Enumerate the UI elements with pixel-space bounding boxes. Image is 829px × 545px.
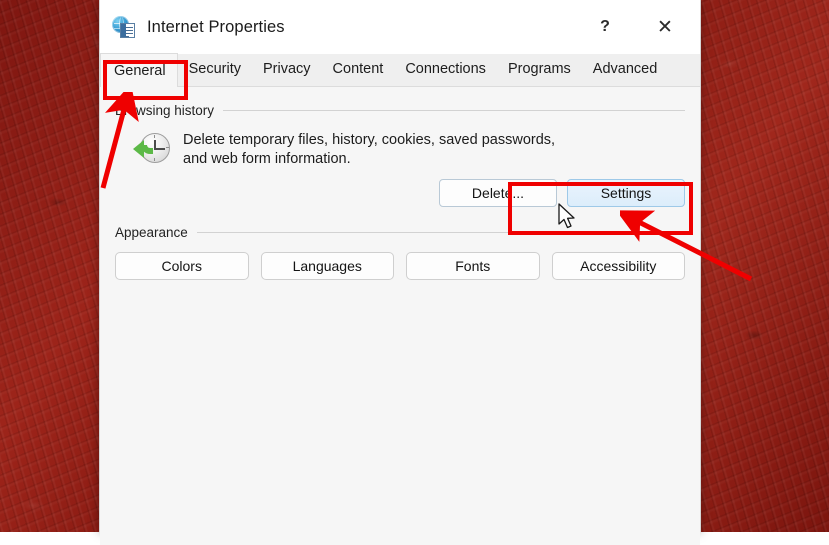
group-divider xyxy=(196,231,685,233)
tab-strip: General Security Privacy Content Connect… xyxy=(100,53,700,87)
browsing-history-description: Delete temporary files, history, cookies… xyxy=(183,129,555,169)
delete-button[interactable]: Delete... xyxy=(439,179,557,207)
tab-programs[interactable]: Programs xyxy=(497,53,582,86)
group-divider xyxy=(223,109,685,111)
tab-advanced[interactable]: Advanced xyxy=(582,53,669,86)
appearance-label: Appearance xyxy=(115,224,188,240)
history-clock-icon xyxy=(133,131,171,169)
general-tab-panel: Browsing history Delete temporary files, xyxy=(100,102,700,545)
browsing-history-buttons: Delete... Settings xyxy=(115,179,685,207)
dialog-titlebar: Internet Properties ? ✕ xyxy=(100,0,700,54)
tab-privacy[interactable]: Privacy xyxy=(252,53,322,86)
appearance-buttons: Colors Languages Fonts Accessibility xyxy=(115,252,685,280)
appearance-header: Appearance xyxy=(115,224,685,240)
tab-connections[interactable]: Connections xyxy=(394,53,497,86)
colors-button[interactable]: Colors xyxy=(115,252,249,280)
browsing-history-description-line1: Delete temporary files, history, cookies… xyxy=(183,132,556,148)
settings-button[interactable]: Settings xyxy=(567,179,685,207)
browsing-history-group: Browsing history Delete temporary files, xyxy=(115,102,685,207)
appearance-group: Appearance Colors Languages Fonts Access… xyxy=(115,224,685,280)
browsing-history-content: Delete temporary files, history, cookies… xyxy=(115,129,685,169)
fonts-button[interactable]: Fonts xyxy=(406,252,540,280)
accessibility-button[interactable]: Accessibility xyxy=(551,252,685,280)
help-button[interactable]: ? xyxy=(582,0,628,54)
internet-properties-dialog: Internet Properties ? ✕ General Security… xyxy=(99,0,701,545)
browsing-history-description-line2: and web form information. xyxy=(183,151,351,167)
tab-content[interactable]: Content xyxy=(322,53,395,86)
dialog-title: Internet Properties xyxy=(147,17,285,36)
close-button[interactable]: ✕ xyxy=(642,0,688,54)
tab-general[interactable]: General xyxy=(100,53,178,87)
titlebar-buttons: ? ✕ xyxy=(582,0,700,54)
tab-security[interactable]: Security xyxy=(178,53,252,86)
browsing-history-label: Browsing history xyxy=(115,102,215,118)
languages-button[interactable]: Languages xyxy=(260,252,394,280)
browsing-history-header: Browsing history xyxy=(115,102,685,118)
internet-properties-icon xyxy=(112,15,136,39)
